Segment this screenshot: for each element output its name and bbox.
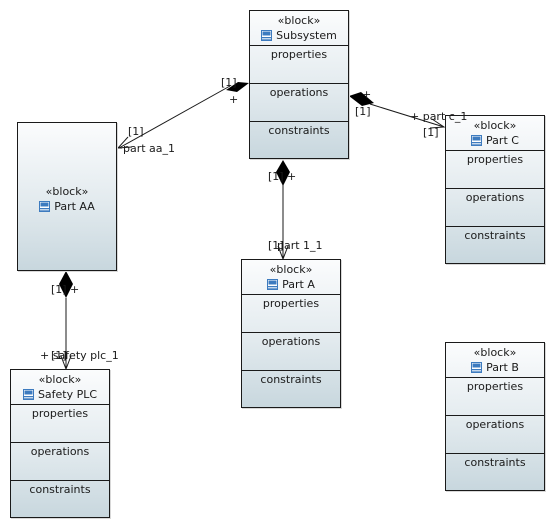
compartment-operations[interactable]: operations xyxy=(446,415,544,454)
role-label-part-aa: part aa_1 xyxy=(123,142,176,155)
block-subsystem[interactable]: «block» Subsystem properties operations … xyxy=(249,10,349,159)
compartment-operations[interactable]: operations xyxy=(11,442,109,481)
block-safety-plc[interactable]: «block» Safety PLC properties operations… xyxy=(10,369,110,518)
block-header: «block» Part AA xyxy=(18,182,116,214)
block-header: «block» Safety PLC xyxy=(11,370,109,402)
block-icon xyxy=(471,135,483,146)
compartment-properties[interactable]: properties xyxy=(250,45,348,84)
block-name[interactable]: Part AA xyxy=(54,199,95,214)
block-name[interactable]: Part B xyxy=(486,360,519,375)
compartment-properties[interactable]: properties xyxy=(446,377,544,416)
block-icon xyxy=(261,30,273,41)
stereotype-label: «block» xyxy=(45,185,89,198)
multiplicity-label: [1] xyxy=(268,170,284,183)
role-label-part-c: + part c_1 xyxy=(410,110,468,123)
stereotype-label: «block» xyxy=(38,373,82,386)
multiplicity-label: [1] xyxy=(51,283,67,296)
compartment-properties[interactable]: properties xyxy=(11,404,109,443)
block-name[interactable]: Part C xyxy=(486,133,519,148)
block-part-aa[interactable]: «block» Part AA xyxy=(17,122,117,271)
block-icon xyxy=(267,279,279,290)
association-subsystem-part-aa[interactable] xyxy=(113,82,249,149)
compartment-constraints[interactable]: constraints xyxy=(446,453,544,492)
compartment-operations[interactable]: operations xyxy=(242,332,340,371)
plus-label: + xyxy=(70,283,80,296)
block-part-b[interactable]: «block» Part B properties operations con… xyxy=(445,342,545,491)
block-header: «block» Part B xyxy=(446,343,544,375)
compartment-operations[interactable]: operations xyxy=(250,83,348,122)
block-part-c[interactable]: «block» Part C properties operations con… xyxy=(445,115,545,264)
block-part-a[interactable]: «block» Part A properties operations con… xyxy=(241,259,341,408)
compartment-constraints[interactable]: constraints xyxy=(242,370,340,409)
block-header: «block» Part A xyxy=(242,260,340,292)
block-name[interactable]: Safety PLC xyxy=(38,387,97,402)
stereotype-label: «block» xyxy=(269,263,313,276)
compartment-constraints[interactable]: constraints xyxy=(446,226,544,265)
multiplicity-label: [1] xyxy=(423,126,439,139)
plus-label: + xyxy=(287,170,297,183)
plus-label: + xyxy=(362,88,372,101)
stereotype-label: «block» xyxy=(277,14,321,27)
multiplicity-label: [1] xyxy=(221,76,237,89)
role-label-part-a: part 1_1 xyxy=(277,239,323,252)
compartment-properties[interactable]: properties xyxy=(446,150,544,189)
multiplicity-label: [1] xyxy=(355,105,371,118)
block-icon xyxy=(471,362,483,373)
compartment-constraints[interactable]: constraints xyxy=(11,480,109,519)
plus-label: + xyxy=(229,93,239,106)
stereotype-label: «block» xyxy=(473,346,517,359)
block-name[interactable]: Part A xyxy=(282,277,315,292)
multiplicity-label: [1] xyxy=(128,125,144,138)
compartment-properties[interactable]: properties xyxy=(242,294,340,333)
compartment-operations[interactable]: operations xyxy=(446,188,544,227)
role-label-safety-plc: + safety plc_1 xyxy=(40,349,119,362)
block-header: «block» Subsystem xyxy=(250,11,348,43)
block-name[interactable]: Subsystem xyxy=(276,28,337,43)
block-icon xyxy=(22,389,34,400)
compartment-constraints[interactable]: constraints xyxy=(250,121,348,160)
block-icon xyxy=(39,201,51,212)
